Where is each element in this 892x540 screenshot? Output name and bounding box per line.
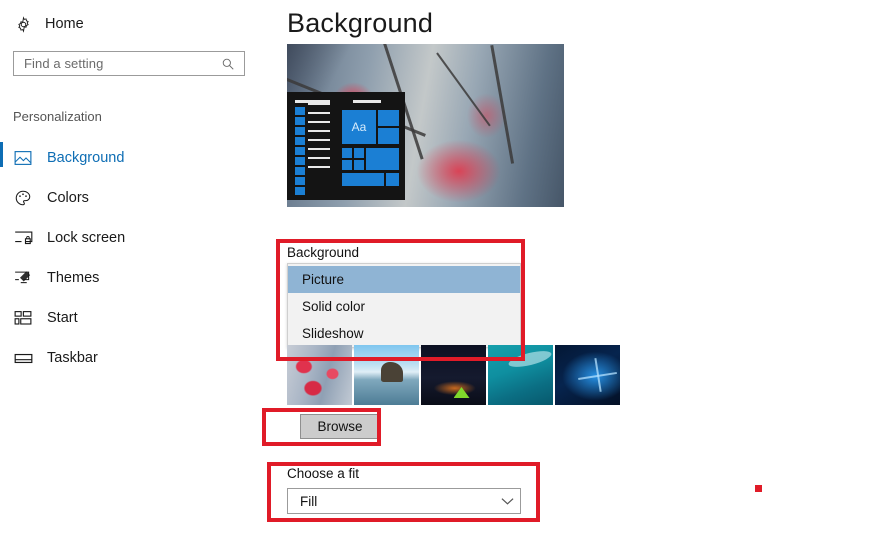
sidebar-item-lock-screen[interactable]: Lock screen [0, 218, 272, 258]
sidebar-nav-list: Background Colors Lock screen Themes Sta… [0, 138, 272, 378]
sidebar-item-label: Background [47, 150, 125, 166]
start-mock-left-column [295, 107, 305, 197]
dropdown-option-picture[interactable]: Picture [288, 266, 520, 293]
sidebar-item-home[interactable]: Home [14, 12, 84, 36]
start-mock-rule [353, 100, 381, 103]
start-mock-tile [386, 173, 399, 186]
search-icon[interactable] [217, 57, 244, 71]
choose-a-fit-label: Choose a fit [287, 466, 360, 481]
lock-screen-icon [13, 228, 33, 248]
gear-icon [14, 15, 32, 33]
start-mock-tile [354, 148, 364, 158]
start-mock-tile-aa: Aa [342, 110, 376, 144]
start-mock-tile [354, 160, 364, 170]
search-placeholder: Find a setting [24, 56, 104, 71]
sidebar-item-taskbar[interactable]: Taskbar [0, 338, 272, 378]
recent-images-strip [287, 345, 620, 405]
sidebar-item-label: Start [47, 310, 78, 326]
background-dropdown-list[interactable]: Picture Solid color Slideshow [287, 263, 521, 348]
start-mock-tile [342, 160, 352, 170]
sidebar-item-background[interactable]: Background [0, 138, 272, 178]
thumbnail-teal-underwater-wave[interactable] [488, 345, 553, 405]
choose-a-fit-value: Fill [300, 493, 318, 509]
desktop-preview: Aa [287, 44, 564, 207]
sidebar-item-themes[interactable]: Themes [0, 258, 272, 298]
dropdown-option-slideshow[interactable]: Slideshow [288, 320, 520, 347]
palette-icon [13, 188, 33, 208]
taskbar-icon [13, 348, 33, 368]
sidebar-section-header: Personalization [13, 109, 102, 124]
browse-button[interactable]: Browse [300, 414, 380, 439]
themes-brush-icon [13, 268, 33, 288]
sidebar-home-label: Home [45, 16, 84, 32]
search-input[interactable]: Find a setting [13, 51, 245, 76]
start-mock-tile [342, 148, 352, 158]
sidebar-item-label: Themes [47, 270, 100, 286]
thumbnail-night-camping-tent[interactable] [421, 345, 486, 405]
page-title: Background [287, 8, 434, 38]
start-mock-tile [342, 173, 384, 186]
sidebar-item-colors[interactable]: Colors [0, 178, 272, 218]
settings-sidebar: Home Find a setting Personalization Back… [0, 0, 272, 540]
sidebar-item-label: Taskbar [47, 350, 98, 366]
chevron-down-icon[interactable] [494, 497, 520, 506]
thumbnail-windows-10-blue-logo[interactable] [555, 345, 620, 405]
start-mock-bars [308, 103, 330, 175]
sidebar-item-start[interactable]: Start [0, 298, 272, 338]
selection-accent-bar [0, 142, 3, 167]
start-tiles-icon [13, 308, 33, 328]
start-mock-tile [378, 128, 399, 144]
dropdown-option-solid-color[interactable]: Solid color [288, 293, 520, 320]
background-dropdown-label: Background [287, 245, 360, 260]
choose-a-fit-select[interactable]: Fill [287, 488, 521, 514]
picture-icon [13, 148, 33, 168]
start-mock-tile [366, 148, 399, 170]
start-menu-mock: Aa [287, 92, 405, 200]
red-dot-marker [755, 485, 762, 492]
background-settings-pane: Background Aa Background Picture Solid c… [272, 0, 892, 540]
thumbnail-beach-rock-reflection[interactable] [354, 345, 419, 405]
thumbnail-red-maple-leaves[interactable] [287, 345, 352, 405]
start-mock-tile [378, 110, 399, 126]
sidebar-item-label: Lock screen [47, 230, 126, 246]
sidebar-item-label: Colors [47, 190, 89, 206]
